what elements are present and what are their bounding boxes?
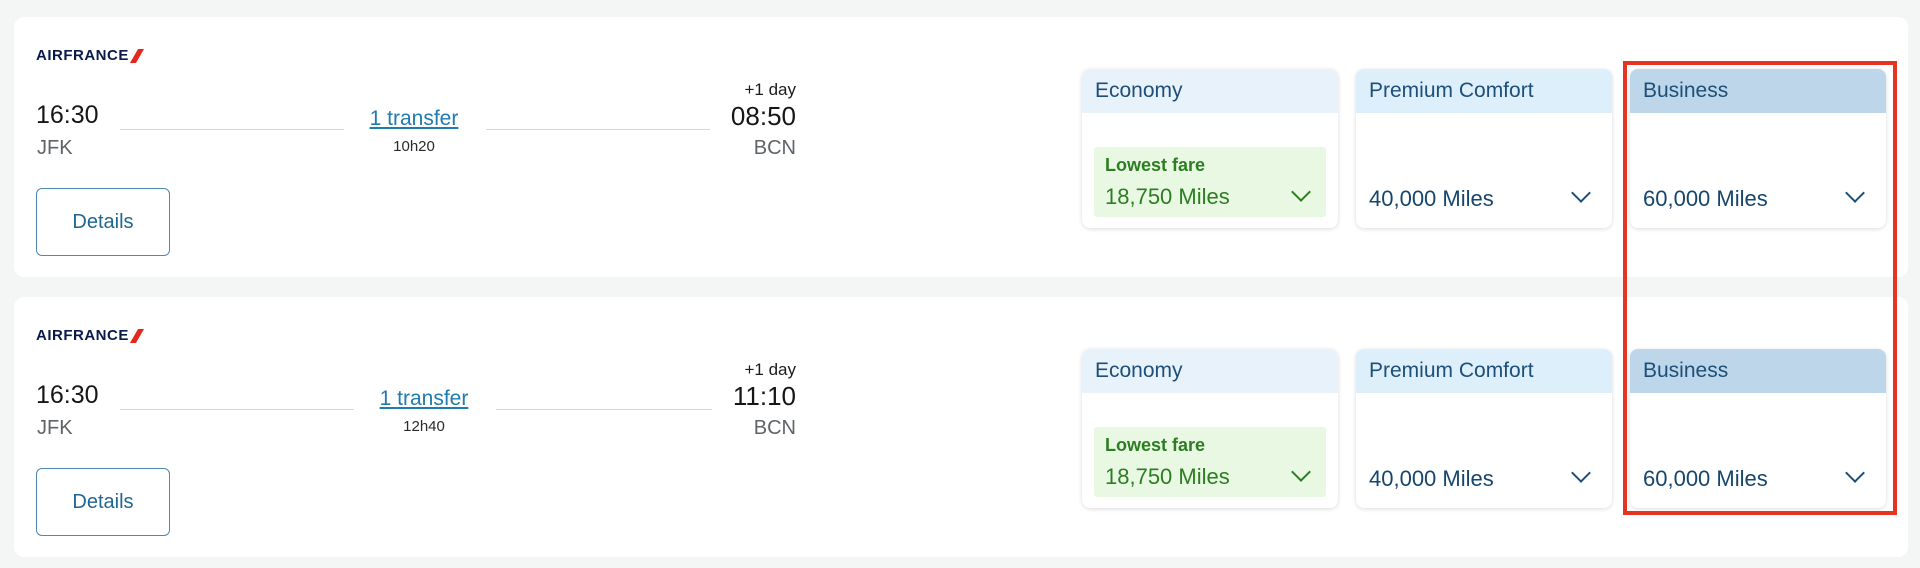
fare-economy-header: Economy [1082, 69, 1338, 113]
chevron-down-icon[interactable] [1571, 463, 1591, 483]
lowest-fare-label: Lowest fare [1105, 155, 1206, 175]
details-button[interactable]: Details [36, 468, 170, 536]
airline-name: AIRFRANCE [36, 327, 129, 344]
chevron-down-icon[interactable] [1845, 463, 1865, 483]
fare-business-miles: 60,000 Miles [1643, 466, 1768, 491]
lowest-fare-badge[interactable]: Lowest fare 18,750 Miles [1094, 427, 1326, 497]
route-line-right [496, 409, 712, 410]
chevron-down-icon[interactable] [1571, 183, 1591, 203]
fare-business-header: Business [1630, 69, 1886, 113]
fare-economy-miles: 18,750 Miles [1105, 184, 1230, 209]
transfer-link[interactable]: 1 transfer [314, 107, 514, 131]
flight-card: AIRFRANCE 16:30 JFK 1 transfer 10h20 +1 … [14, 17, 1908, 277]
departure-time: 16:30 [36, 381, 99, 409]
chevron-down-icon[interactable] [1845, 183, 1865, 203]
flight-duration: 10h20 [393, 138, 435, 155]
fare-premium-miles: 40,000 Miles [1369, 466, 1494, 491]
departure-time: 16:30 [36, 101, 99, 129]
airfrance-slash-logo [129, 48, 144, 63]
arrival-airport: BCN [753, 417, 796, 439]
arrival-day-offset: +1 day [744, 80, 796, 99]
chevron-down-icon[interactable] [1291, 462, 1311, 482]
fare-economy[interactable]: Economy Lowest fare 18,750 Miles [1082, 69, 1338, 228]
transfer-link[interactable]: 1 transfer [324, 387, 524, 411]
fare-economy-header: Economy [1082, 349, 1338, 393]
arrival-time: 11:10 [732, 381, 796, 411]
fare-business[interactable]: Business 60,000 Miles [1630, 69, 1886, 228]
route-line-left [120, 409, 354, 410]
route-line-left [120, 129, 344, 130]
fare-premium-header: Premium Comfort [1356, 69, 1612, 113]
route-line-right [486, 129, 710, 130]
flight-duration: 12h40 [403, 418, 445, 435]
fare-economy-miles: 18,750 Miles [1105, 464, 1230, 489]
lowest-fare-label: Lowest fare [1105, 435, 1206, 455]
flight-card: AIRFRANCE 16:30 JFK 1 transfer 12h40 +1 … [14, 297, 1908, 557]
airline-logo: AIRFRANCE [36, 327, 144, 344]
fare-premium-miles: 40,000 Miles [1369, 186, 1494, 211]
lowest-fare-badge[interactable]: Lowest fare 18,750 Miles [1094, 147, 1326, 217]
fare-business-header: Business [1630, 349, 1886, 393]
fare-economy[interactable]: Economy Lowest fare 18,750 Miles [1082, 349, 1338, 508]
airline-name: AIRFRANCE [36, 47, 129, 64]
chevron-down-icon[interactable] [1291, 182, 1311, 202]
fare-premium-comfort[interactable]: Premium Comfort 40,000 Miles [1356, 349, 1612, 508]
fare-business[interactable]: Business 60,000 Miles [1630, 349, 1886, 508]
airline-logo: AIRFRANCE [36, 47, 144, 64]
arrival-day-offset: +1 day [744, 360, 796, 379]
fare-premium-comfort[interactable]: Premium Comfort 40,000 Miles [1356, 69, 1612, 228]
arrival-airport: BCN [753, 137, 796, 159]
arrival-time: 08:50 [730, 101, 796, 131]
fare-business-miles: 60,000 Miles [1643, 186, 1768, 211]
airfrance-slash-logo [129, 328, 144, 343]
departure-airport: JFK [37, 137, 73, 159]
fare-premium-header: Premium Comfort [1356, 349, 1612, 393]
departure-airport: JFK [37, 417, 73, 439]
details-button[interactable]: Details [36, 188, 170, 256]
